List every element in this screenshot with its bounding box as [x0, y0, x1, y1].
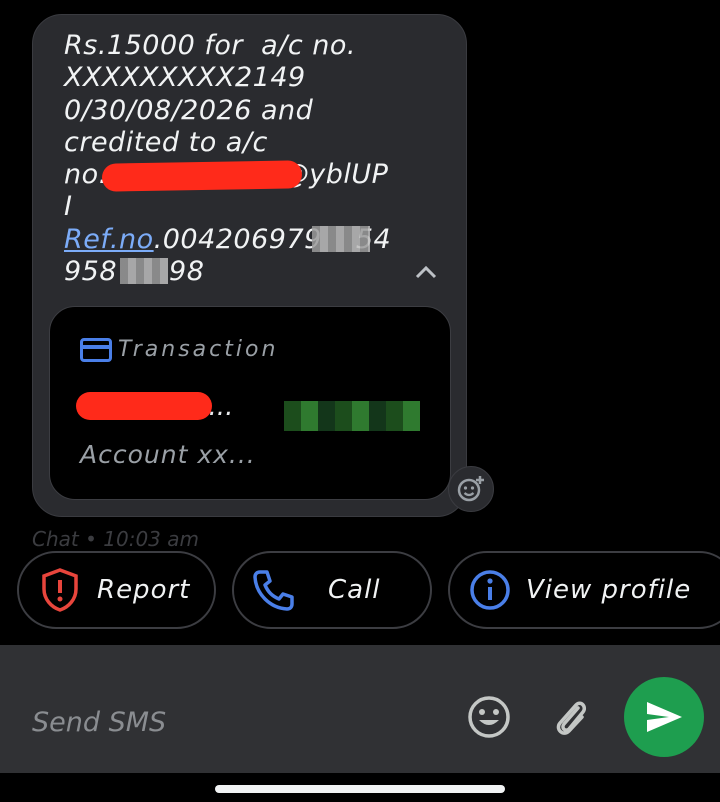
message-timestamp: Chat • 10:03 am	[32, 527, 199, 551]
navigation-handle[interactable]	[215, 785, 505, 793]
redaction-mark	[101, 160, 303, 192]
view-profile-label: View profile	[526, 575, 692, 605]
emoji-icon[interactable]	[466, 694, 512, 740]
view-profile-button[interactable]: View profile	[448, 551, 720, 629]
add-reaction-button[interactable]	[448, 466, 494, 512]
transaction-title: Transaction	[118, 337, 279, 362]
paperclip-icon[interactable]	[550, 694, 590, 740]
pixelated-digits	[120, 258, 168, 284]
phone-icon	[253, 570, 294, 611]
add-reaction-icon	[457, 476, 484, 502]
redaction-mark	[76, 392, 212, 420]
call-label: Call	[328, 575, 381, 605]
call-button[interactable]: Call	[232, 551, 432, 629]
send-icon	[647, 702, 682, 732]
report-label: Report	[97, 575, 191, 605]
ref-link[interactable]: Ref.no	[64, 224, 154, 255]
chevron-up-icon[interactable]	[414, 262, 438, 282]
pixelated-amount	[284, 401, 420, 431]
sms-input[interactable]	[32, 700, 432, 744]
message-text: Rs.15000 for a/c no. XXXXXXXXX2149 0/30/…	[64, 30, 392, 288]
report-button[interactable]: Report	[17, 551, 216, 629]
transaction-header: Transaction	[80, 337, 278, 362]
card-icon	[80, 337, 112, 362]
pixelated-digits	[312, 226, 370, 252]
info-icon	[470, 570, 510, 610]
shield-alert-icon	[42, 568, 78, 612]
transaction-account: Account xx...	[80, 440, 256, 469]
send-button[interactable]	[624, 677, 704, 757]
